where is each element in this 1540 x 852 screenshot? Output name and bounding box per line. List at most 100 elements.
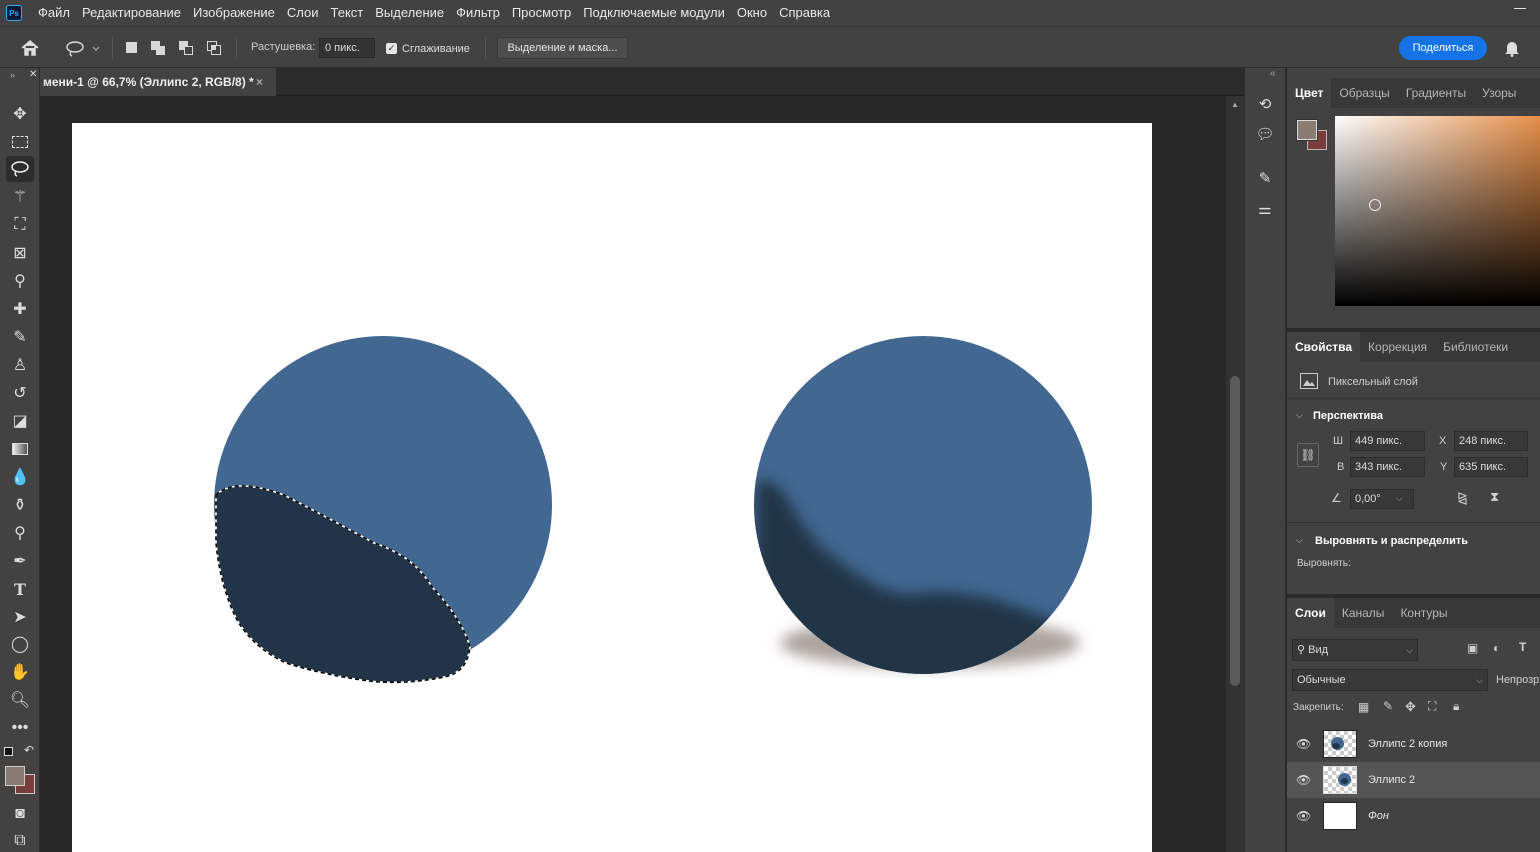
layer-row[interactable]: 👁︎ Эллипс 2 копия xyxy=(1287,726,1540,762)
layer-row-selected[interactable]: 👁︎ Эллипс 2 xyxy=(1287,762,1540,798)
close-toolbar-icon[interactable]: ✕ xyxy=(29,69,37,80)
menu-view[interactable]: Просмотр xyxy=(506,0,577,26)
eye-icon[interactable]: 👁︎ xyxy=(1296,773,1311,787)
comments-panel-icon[interactable]: 💬︎ xyxy=(1253,122,1277,146)
flip-vertical-icon[interactable]: ⧗ xyxy=(1490,489,1499,505)
filter-type-icon[interactable]: T xyxy=(1519,640,1526,654)
lasso-tool-preset-icon[interactable] xyxy=(65,40,103,58)
stamp-tool-icon[interactable]: ♙ xyxy=(6,352,34,378)
close-document-icon[interactable]: × xyxy=(256,68,263,96)
brush-settings-panel-icon[interactable]: ✎ xyxy=(1253,166,1277,190)
frame-tool-icon[interactable]: ⊠ xyxy=(6,240,34,266)
document-canvas[interactable] xyxy=(72,123,1152,852)
color-picker-cursor[interactable] xyxy=(1369,199,1381,211)
link-dimensions-icon[interactable]: ⛓ xyxy=(1297,443,1319,467)
gradient-tool-icon[interactable] xyxy=(6,436,34,462)
color-picker-field[interactable] xyxy=(1335,116,1540,306)
chevron-down-icon[interactable]: ⌵ xyxy=(1296,410,1303,421)
tab-layers[interactable]: Слои xyxy=(1287,598,1334,628)
crop-tool-icon[interactable]: ⛶ xyxy=(6,212,34,238)
width-input[interactable]: 449 пикс. xyxy=(1350,431,1425,451)
zoom-tool-icon[interactable]: 🔍︎ xyxy=(6,687,34,713)
angle-input[interactable]: 0,00° xyxy=(1350,489,1414,509)
canvas-workspace[interactable] xyxy=(40,96,1226,852)
foreground-color-swatch[interactable] xyxy=(5,766,25,786)
transform-section-title[interactable]: Перспектива xyxy=(1313,410,1383,422)
default-colors-icon[interactable] xyxy=(4,747,13,756)
document-tab[interactable]: мени-1 @ 66,7% (Эллипс 2, RGB/8) * × xyxy=(40,68,276,96)
zoom-lens-tool-icon[interactable]: ⚲ xyxy=(6,520,34,546)
feather-input[interactable]: 0 пикс. xyxy=(319,38,375,58)
tab-gradients[interactable]: Градиенты xyxy=(1398,78,1474,108)
menu-window[interactable]: Окно xyxy=(731,0,773,26)
tab-properties[interactable]: Свойства xyxy=(1287,332,1361,362)
eye-icon[interactable]: 👁︎ xyxy=(1296,737,1311,751)
canvas-vertical-scrollbar[interactable]: ▲ xyxy=(1226,96,1244,852)
home-icon[interactable] xyxy=(20,39,40,57)
menu-layers[interactable]: Слои xyxy=(281,0,325,26)
more-tools-icon[interactable]: ••• xyxy=(6,715,34,741)
bell-icon[interactable] xyxy=(1503,39,1521,57)
eyedropper-tool-icon[interactable]: ⚲ xyxy=(6,268,34,294)
layer-filter-select[interactable]: ⚲ Вид ⌵ xyxy=(1292,639,1418,661)
layer-row[interactable]: 👁︎ Фон xyxy=(1287,798,1540,834)
tab-patterns[interactable]: Узоры xyxy=(1474,78,1524,108)
menu-type[interactable]: Текст xyxy=(325,0,370,26)
add-to-selection-icon[interactable] xyxy=(151,41,165,55)
screen-mode-icon[interactable]: ⧉ xyxy=(6,828,34,852)
collapse-panels-icon[interactable]: « xyxy=(1270,68,1276,79)
angle-dropdown-icon[interactable]: ⌵ xyxy=(1396,493,1403,504)
subtract-from-selection-icon[interactable] xyxy=(179,41,193,55)
menu-edit[interactable]: Редактирование xyxy=(76,0,187,26)
antialias-checkbox[interactable]: ✓ xyxy=(386,43,397,54)
blur-tool-icon[interactable]: 💧 xyxy=(6,464,34,490)
lock-artboard-icon[interactable]: ⛶ xyxy=(1428,699,1436,714)
select-and-mask-button[interactable]: Выделение и маска... xyxy=(497,37,628,59)
align-section-title[interactable]: Выровнять и распределить xyxy=(1315,535,1468,547)
intersect-selection-icon[interactable] xyxy=(207,41,221,55)
move-tool-icon[interactable]: ✥ xyxy=(6,101,34,127)
swap-colors-icon[interactable]: ↶ xyxy=(24,743,34,757)
flip-horizontal-icon[interactable]: ⧎ xyxy=(1457,490,1468,506)
blend-mode-select[interactable]: Обычные ⌵ xyxy=(1292,669,1488,691)
scrollbar-thumb[interactable] xyxy=(1230,376,1240,686)
menu-select[interactable]: Выделение xyxy=(369,0,450,26)
menu-file[interactable]: Файл xyxy=(32,0,76,26)
menu-help[interactable]: Справка xyxy=(773,0,836,26)
lock-position-icon[interactable]: ✥ xyxy=(1405,699,1416,715)
eraser-tool-icon[interactable]: ◪ xyxy=(6,408,34,434)
tab-adjustments[interactable]: Коррекция xyxy=(1360,332,1435,362)
lock-all-icon[interactable]: 🔒︎ xyxy=(1453,699,1459,714)
filter-adjustment-icon[interactable]: ◐ xyxy=(1493,641,1500,655)
minimize-window-button[interactable] xyxy=(1514,8,1526,9)
lock-transparency-icon[interactable]: ▦ xyxy=(1358,700,1369,714)
new-selection-icon[interactable] xyxy=(125,41,139,55)
tab-color[interactable]: Цвет xyxy=(1287,78,1332,108)
tab-swatches[interactable]: Образцы xyxy=(1331,78,1397,108)
height-input[interactable]: 343 пикс. xyxy=(1350,457,1425,477)
quick-mask-icon[interactable]: ◙ xyxy=(6,801,34,827)
lasso-tool-icon[interactable] xyxy=(6,156,34,182)
magic-wand-tool-icon[interactable]: ⚚ xyxy=(6,184,34,210)
adjustments-panel-icon[interactable]: ⚌ xyxy=(1253,197,1277,221)
marquee-tool-icon[interactable] xyxy=(6,129,34,155)
brush-tool-icon[interactable]: ✎ xyxy=(6,324,34,350)
menu-image[interactable]: Изображение xyxy=(187,0,281,26)
pen-tool-icon[interactable]: ✒ xyxy=(6,548,34,574)
dodge-tool-icon[interactable]: ⚱ xyxy=(6,492,34,518)
ellipse-tool-icon[interactable]: ◯ xyxy=(6,631,34,657)
panel-foreground-swatch[interactable] xyxy=(1297,120,1317,140)
collapse-toolbar-icon[interactable]: » xyxy=(10,70,15,80)
menu-plugins[interactable]: Подключаемые модули xyxy=(577,0,731,26)
hand-tool-icon[interactable]: ✋ xyxy=(6,659,34,685)
eye-icon[interactable]: 👁︎ xyxy=(1296,809,1311,823)
scroll-up-icon[interactable]: ▲ xyxy=(1231,100,1239,109)
x-input[interactable]: 248 пикс. xyxy=(1454,431,1528,451)
history-panel-icon[interactable]: ⟲ xyxy=(1253,92,1277,116)
tab-paths[interactable]: Контуры xyxy=(1392,598,1455,628)
healing-brush-tool-icon[interactable]: ✚ xyxy=(6,296,34,322)
filter-image-icon[interactable]: ▣ xyxy=(1467,641,1478,655)
path-selection-tool-icon[interactable]: ➤ xyxy=(6,604,34,630)
tab-channels[interactable]: Каналы xyxy=(1334,598,1393,628)
chevron-down-icon-2[interactable]: ⌵ xyxy=(1296,535,1303,546)
